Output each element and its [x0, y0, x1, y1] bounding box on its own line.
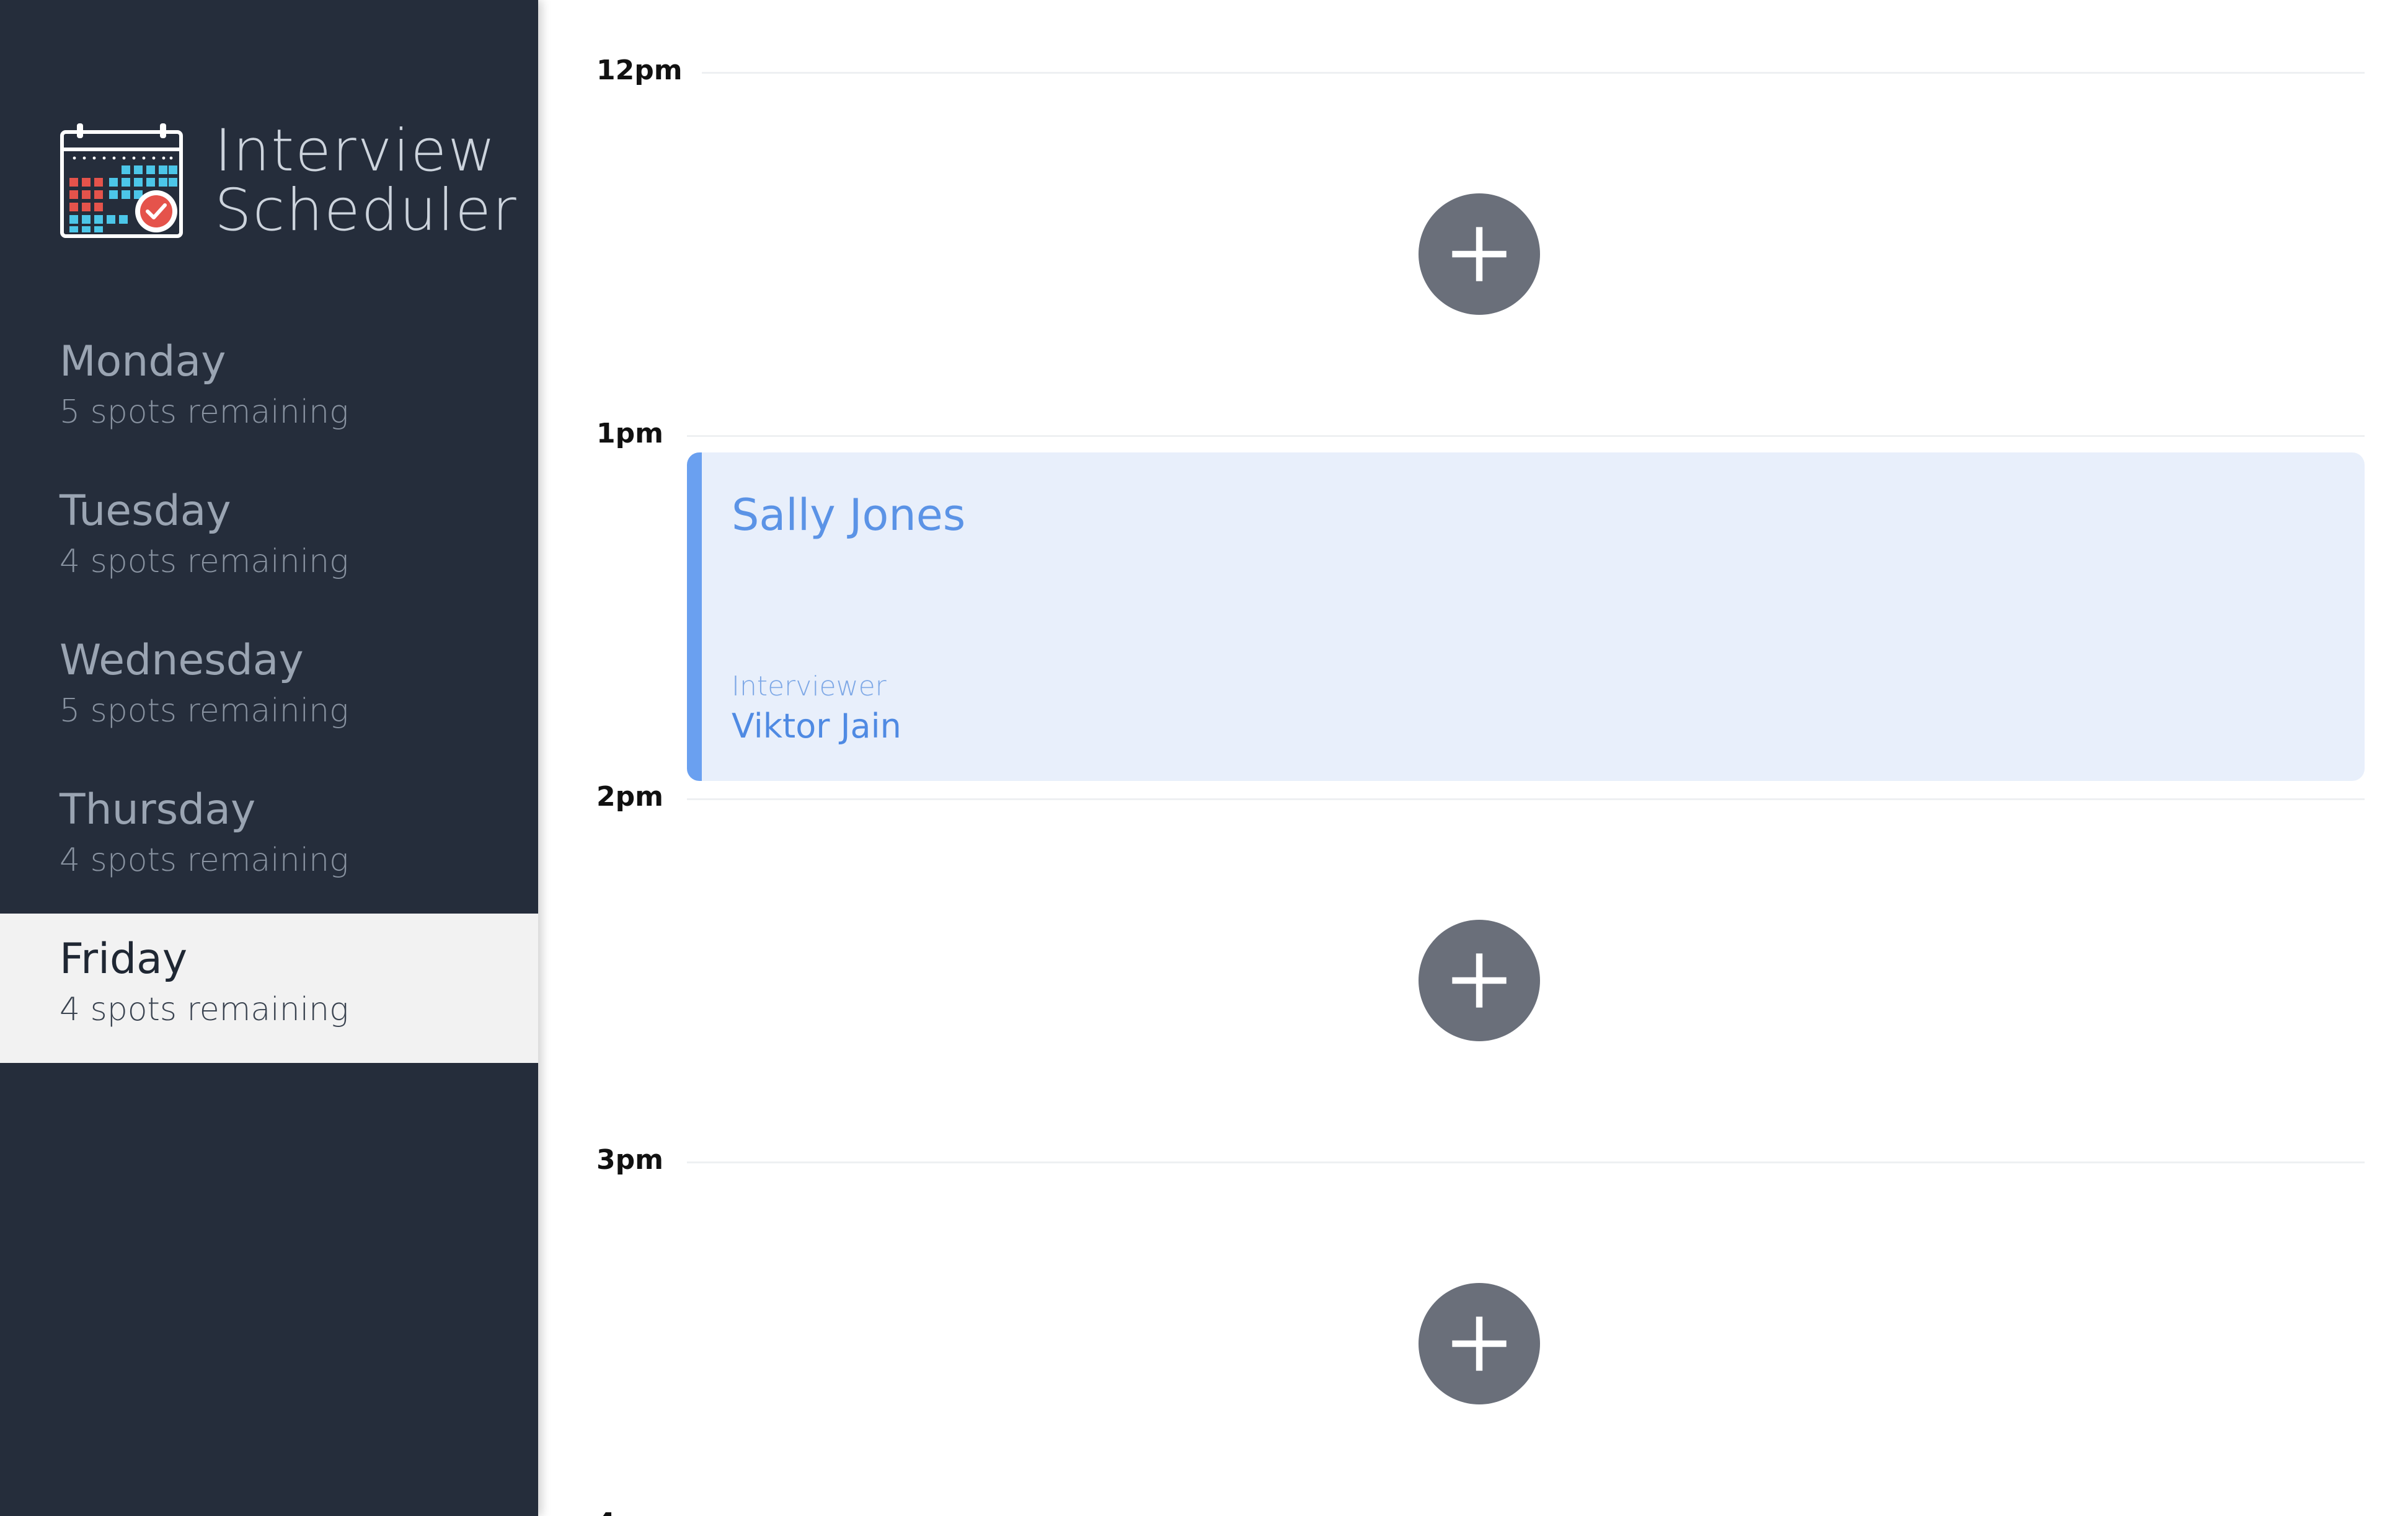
- slot-divider: [687, 1161, 2365, 1163]
- calendar-check-icon: [60, 123, 183, 238]
- day-spots: 4 spots remaining: [60, 842, 349, 879]
- sidebar: Interview Scheduler Monday 5 spots remai…: [0, 0, 538, 1516]
- slot-divider: [702, 72, 2365, 74]
- plus-icon: [1452, 1316, 1507, 1371]
- time-label: 12pm: [596, 55, 683, 86]
- time-label: 3pm: [596, 1144, 663, 1176]
- slot-divider: [687, 798, 2365, 800]
- day-item-tuesday[interactable]: Tuesday 4 spots remaining: [0, 465, 538, 615]
- plus-icon: [1452, 953, 1507, 1008]
- interviewer-label: Interviewer: [732, 671, 887, 702]
- app-title-line1: Interview: [215, 117, 497, 185]
- app-title-line2: Scheduler: [215, 177, 518, 244]
- slot-divider: [687, 435, 2365, 437]
- time-label: 1pm: [596, 418, 663, 449]
- time-label: 2pm: [596, 781, 663, 813]
- day-item-friday[interactable]: Friday 4 spots remaining: [0, 914, 538, 1063]
- day-list: Monday 5 spots remaining Tuesday 4 spots…: [0, 316, 538, 1063]
- day-name: Tuesday: [60, 487, 231, 535]
- time-slot-3pm: 3pm: [538, 1144, 2408, 1516]
- time-label: 4pm: [596, 1507, 663, 1516]
- schedule: 12pm 1pm Sally Jones Interviewer Viktor …: [538, 0, 2408, 1516]
- day-name: Friday: [60, 935, 188, 984]
- day-name: Thursday: [60, 785, 256, 834]
- app-logo: Interview Scheduler: [60, 121, 518, 240]
- add-appointment-button[interactable]: [1419, 193, 1540, 315]
- day-spots: 4 spots remaining: [60, 991, 349, 1028]
- student-name: Sally Jones: [732, 490, 966, 540]
- time-slot-12pm: 12pm: [538, 55, 2408, 434]
- day-item-monday[interactable]: Monday 5 spots remaining: [0, 316, 538, 465]
- app-title: Interview Scheduler: [215, 121, 518, 240]
- day-name: Wednesday: [60, 636, 304, 685]
- time-slot-2pm: 2pm: [538, 781, 2408, 1160]
- interviewer-name: Viktor Jain: [732, 707, 901, 746]
- add-appointment-button[interactable]: [1419, 920, 1540, 1041]
- day-spots: 5 spots remaining: [60, 692, 349, 729]
- add-appointment-button[interactable]: [1419, 1283, 1540, 1404]
- day-item-thursday[interactable]: Thursday 4 spots remaining: [0, 764, 538, 914]
- appointment-card[interactable]: Sally Jones Interviewer Viktor Jain: [687, 452, 2365, 781]
- time-slot-1pm: 1pm Sally Jones Interviewer Viktor Jain: [538, 418, 2408, 797]
- day-item-wednesday[interactable]: Wednesday 5 spots remaining: [0, 615, 538, 764]
- plus-icon: [1452, 227, 1507, 281]
- appointment-accent: [687, 452, 702, 781]
- day-name: Monday: [60, 337, 226, 386]
- day-spots: 4 spots remaining: [60, 543, 349, 580]
- day-spots: 5 spots remaining: [60, 394, 349, 431]
